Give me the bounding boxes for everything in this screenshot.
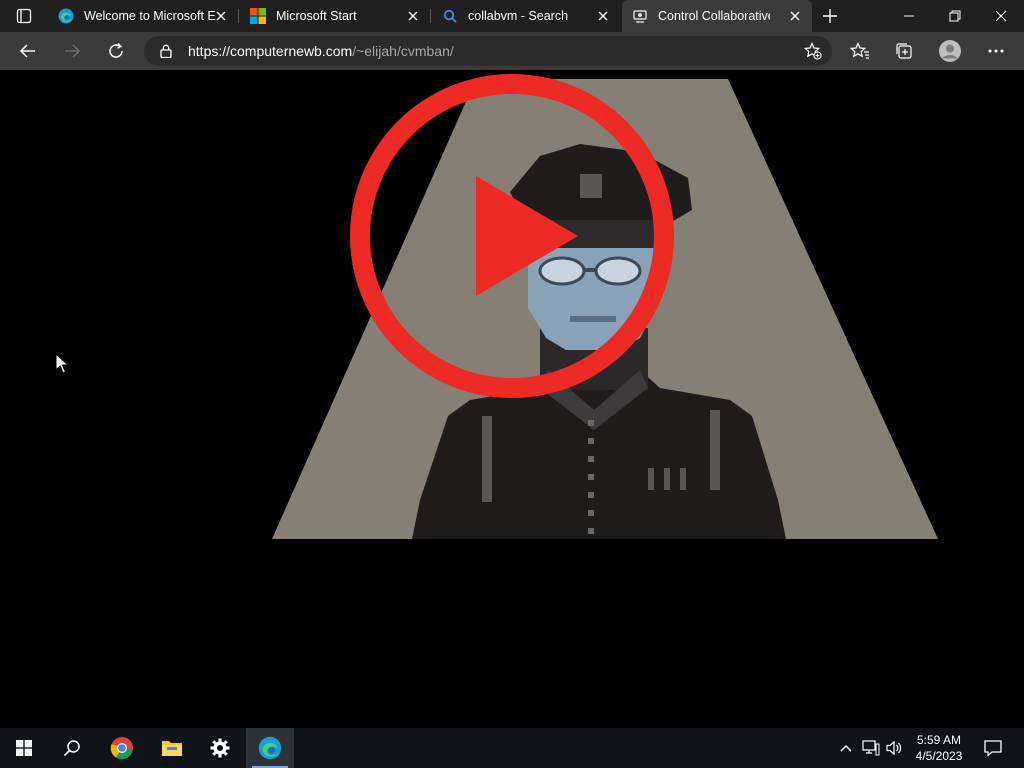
url-text[interactable]: https://computernewb.com/~elijah/cvmban/ — [188, 43, 454, 59]
page-content — [0, 70, 1024, 728]
network-icon — [862, 740, 880, 756]
add-favorite-icon[interactable] — [804, 42, 822, 60]
back-button[interactable] — [14, 37, 42, 65]
edge-icon — [58, 8, 74, 24]
show-hidden-icons-button[interactable] — [836, 728, 856, 768]
tab-actions-icon — [16, 8, 32, 24]
mouth-shape — [570, 316, 616, 322]
browser-toolbar: https://computernewb.com/~elijah/cvmban/ — [0, 32, 1024, 70]
forward-button[interactable] — [58, 37, 86, 65]
tab-welcome-edge[interactable]: Welcome to Microsoft E — [48, 0, 239, 32]
url-path: /~elijah/cvmban/ — [352, 43, 454, 59]
favorites-icon — [850, 42, 869, 59]
clock-time: 5:59 AM — [916, 733, 962, 747]
shoulder-highlight-right — [710, 410, 720, 490]
tab-separator — [238, 9, 239, 23]
collections-icon — [896, 43, 912, 59]
tab-title: Control Collaborative V — [658, 9, 770, 23]
tab-actions-button[interactable] — [8, 4, 40, 28]
pocket-detail — [664, 468, 670, 490]
more-icon — [988, 49, 1004, 53]
pocket-detail — [648, 468, 654, 490]
tab-title: Welcome to Microsoft E — [84, 9, 216, 23]
collections-button[interactable] — [890, 37, 918, 65]
chrome-icon — [110, 737, 133, 760]
video-poster[interactable] — [0, 70, 1024, 728]
lock-icon[interactable] — [158, 43, 174, 59]
volume-button[interactable] — [884, 728, 906, 768]
close-icon[interactable] — [596, 9, 610, 23]
settings-more-button[interactable] — [982, 37, 1010, 65]
search-icon — [63, 740, 80, 757]
close-icon[interactable] — [214, 9, 228, 23]
taskbar-clock[interactable]: 5:59 AM 4/5/2023 — [908, 732, 970, 764]
settings-icon — [210, 738, 230, 758]
mouse-cursor-icon — [55, 353, 69, 374]
restore-icon — [949, 10, 961, 22]
taskbar-settings[interactable] — [196, 728, 244, 768]
taskbar-file-explorer[interactable] — [148, 728, 196, 768]
edge-icon — [258, 736, 282, 760]
glasses-left — [538, 256, 586, 286]
windows-logo-icon — [16, 740, 32, 756]
close-icon[interactable] — [788, 9, 802, 23]
glasses-right — [594, 256, 642, 286]
cap-badge — [580, 174, 602, 198]
taskbar-search-button[interactable] — [48, 728, 96, 768]
restore-button[interactable] — [932, 0, 978, 32]
minimize-icon — [904, 15, 914, 17]
taskbar-edge[interactable] — [246, 728, 294, 768]
chevron-up-icon — [840, 745, 852, 752]
clock-date: 4/5/2023 — [915, 749, 963, 763]
url-host: https://computernewb.com — [188, 43, 353, 59]
refresh-icon — [109, 42, 123, 58]
close-icon — [995, 10, 1007, 22]
shoulder-highlight-left — [482, 416, 492, 502]
address-bar[interactable]: https://computernewb.com/~elijah/cvmban/ — [144, 36, 832, 66]
refresh-button[interactable] — [102, 37, 130, 65]
tab-collabvm-search[interactable]: collabvm - Search — [432, 0, 620, 32]
arrow-left-icon — [19, 44, 35, 58]
new-tab-button[interactable] — [820, 6, 840, 26]
taskbar-chrome[interactable] — [98, 728, 146, 768]
tab-bar: Welcome to Microsoft E Microsoft Start c… — [0, 0, 1024, 32]
taskbar: 5:59 AM 4/5/2023 — [0, 728, 1024, 768]
minimize-button[interactable] — [886, 0, 932, 32]
tab-microsoft-start[interactable]: Microsoft Start — [240, 0, 431, 32]
close-window-button[interactable] — [978, 0, 1024, 32]
notification-icon — [984, 740, 1002, 756]
avatar-icon — [939, 40, 961, 62]
microsoft-logo-icon — [250, 8, 266, 24]
pocket-detail — [680, 468, 686, 490]
start-button[interactable] — [0, 728, 48, 768]
tab-separator — [430, 9, 431, 23]
tab-title: collabvm - Search — [468, 9, 569, 23]
glasses-bridge — [584, 268, 596, 272]
close-icon[interactable] — [406, 9, 420, 23]
notifications-button[interactable] — [978, 728, 1008, 768]
speaker-icon — [886, 740, 902, 756]
plus-icon — [823, 9, 837, 23]
arrow-right-icon — [65, 44, 81, 58]
file-explorer-icon — [162, 741, 182, 756]
collabvm-icon — [632, 8, 648, 24]
search-icon — [442, 8, 458, 24]
profile-button[interactable] — [936, 37, 964, 65]
tab-control-collaborative[interactable]: Control Collaborative V — [622, 0, 812, 32]
favorites-button[interactable] — [846, 37, 874, 65]
tab-title: Microsoft Start — [276, 9, 357, 23]
network-button[interactable] — [860, 728, 882, 768]
